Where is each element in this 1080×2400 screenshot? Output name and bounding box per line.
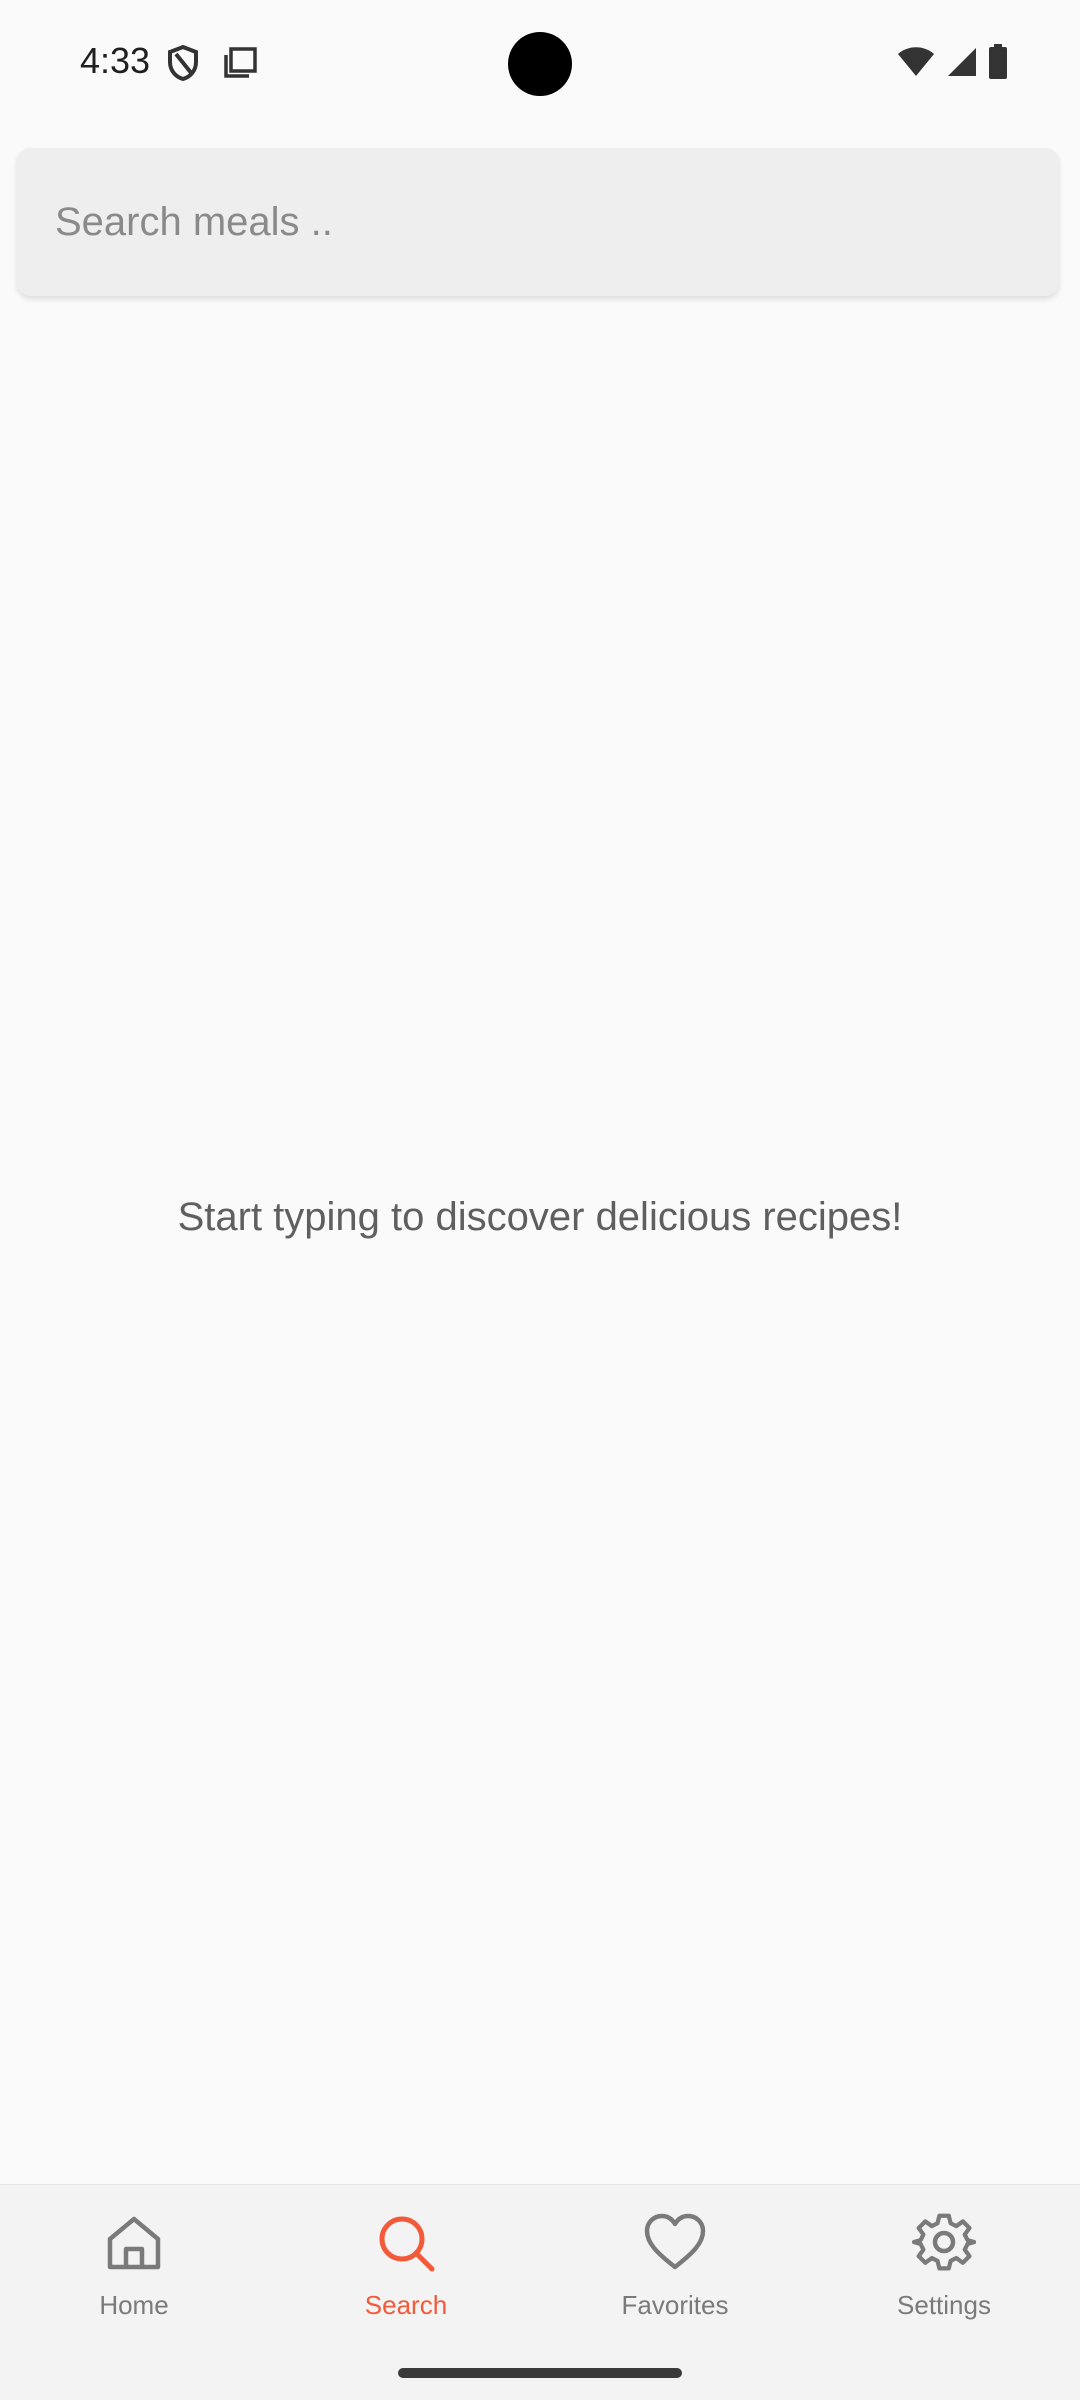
empty-state-message: Start typing to discover delicious recip… [177,1195,903,1239]
shield-icon [166,44,200,87]
search-bar [17,148,1059,296]
nav-label-home: Home [99,2290,169,2320]
wifi-icon [896,46,936,83]
signal-icon [946,46,978,83]
search-input[interactable] [55,148,1015,296]
camera-cutout [508,32,572,96]
nav-item-home[interactable]: Home [34,2211,234,2341]
nav-item-favorites[interactable]: Favorites [575,2211,775,2341]
nav-label-favorites: Favorites [621,2290,729,2320]
nav-item-search[interactable]: Search [306,2211,506,2341]
home-icon [102,2211,166,2280]
battery-icon [988,44,1008,85]
gear-icon [911,2211,977,2280]
status-left-icons [166,44,258,87]
search-icon [374,2211,438,2280]
search-screen: 4:33 Search meals .. Start typing to dis… [0,0,1080,2400]
nav-item-settings[interactable]: Settings [844,2211,1044,2341]
screen-copy-icon [222,46,258,85]
nav-label-search: Search [364,2290,448,2320]
status-time: 4:33 [80,40,151,81]
heart-icon [643,2211,707,2280]
status-right-icons [896,44,1008,85]
status-bar: 4:33 [0,0,1080,130]
home-indicator[interactable] [398,2368,682,2378]
nav-label-settings: Settings [897,2290,991,2320]
